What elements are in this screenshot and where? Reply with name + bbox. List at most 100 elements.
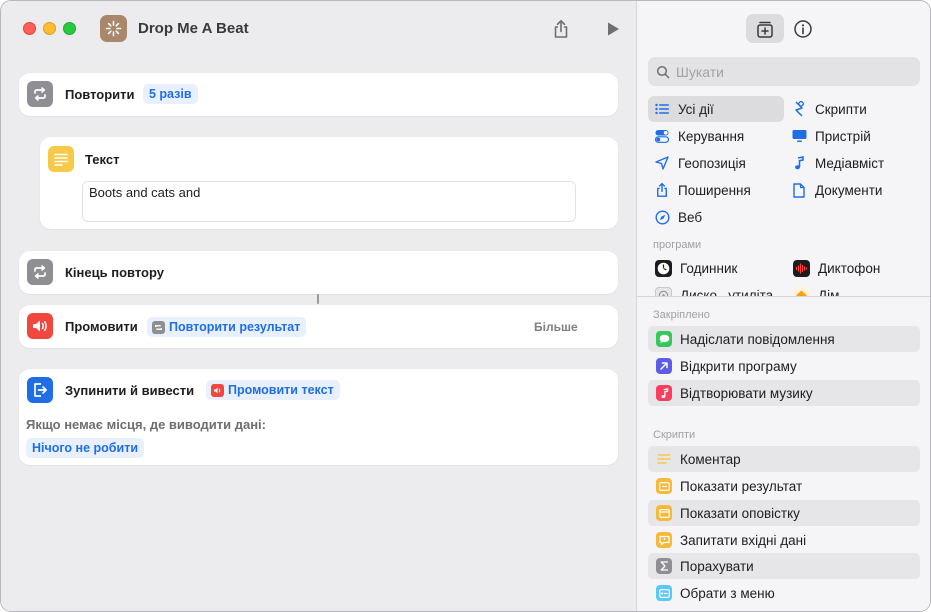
- messages-icon: [656, 331, 672, 347]
- action-label: Порахувати: [680, 558, 754, 574]
- shortcut-details-button[interactable]: [784, 14, 822, 43]
- repeat-count-token[interactable]: 5 разів: [143, 84, 198, 104]
- speak-text-token[interactable]: Промовити текст: [206, 380, 340, 400]
- toggle-icon: [654, 128, 670, 144]
- category-label: Веб: [678, 209, 703, 225]
- compass-icon: [654, 209, 670, 225]
- app-disk-utility[interactable]: Диско...утиліта: [655, 282, 773, 296]
- action-comment[interactable]: Коментар: [648, 446, 920, 472]
- category-control[interactable]: Керування: [648, 123, 784, 149]
- menu-icon: [656, 585, 672, 601]
- action-play-music[interactable]: Відтворювати музику: [648, 380, 920, 406]
- category-label: Поширення: [678, 182, 751, 198]
- close-window-button[interactable]: [23, 22, 36, 35]
- text-content-field[interactable]: Boots and cats and: [82, 181, 576, 222]
- speaker-icon: [27, 313, 53, 339]
- action-send-message[interactable]: Надіслати повідомлення: [648, 326, 920, 352]
- search-input[interactable]: [676, 63, 906, 80]
- minimize-window-button[interactable]: [43, 22, 56, 35]
- titlebar: Drop Me A Beat: [1, 1, 636, 57]
- no-place-label: Якщо немає місця, де виводити дані:: [26, 417, 266, 432]
- show-result-icon: [656, 478, 672, 494]
- app-label: Дім: [818, 287, 840, 297]
- text-action[interactable]: Текст Boots and cats and: [40, 137, 618, 229]
- sparkle-icon: [105, 20, 122, 37]
- script-icon: [791, 101, 807, 117]
- info-icon: [794, 19, 812, 38]
- action-show-alert[interactable]: Показати оповістку: [648, 500, 920, 526]
- sidebar-divider: [637, 296, 930, 297]
- action-calculate[interactable]: Порахувати: [648, 553, 920, 579]
- action-open-app[interactable]: Відкрити програму: [648, 353, 920, 379]
- clock-app-icon: [655, 259, 672, 277]
- app-label: Диктофон: [818, 260, 881, 276]
- speak-action[interactable]: Промовити Повторити результат Більше: [19, 305, 618, 348]
- category-sharing[interactable]: Поширення: [648, 177, 784, 203]
- shortcut-icon[interactable]: [100, 15, 127, 42]
- action-library-sidebar: Усі дії Скрипти Керування Пристрій Геопо…: [636, 1, 930, 611]
- share-icon: [654, 182, 670, 198]
- category-all-actions[interactable]: Усі дії: [648, 96, 784, 122]
- ask-input-icon: [656, 532, 672, 548]
- no-place-value-token[interactable]: Нічого не робити: [26, 438, 144, 458]
- category-device[interactable]: Пристрій: [785, 123, 921, 149]
- shortcut-editor: Drop Me A Beat Повторити 5 разів Текст B…: [1, 1, 636, 611]
- share-button[interactable]: [549, 17, 573, 41]
- category-label: Медіавміст: [815, 155, 885, 171]
- music-note-icon: [791, 155, 807, 171]
- action-label: Показати оповістку: [680, 505, 800, 521]
- category-web[interactable]: Веб: [648, 204, 784, 230]
- action-label: Відкрити програму: [680, 358, 797, 374]
- sigma-icon: [656, 558, 672, 574]
- app-voice-memos[interactable]: Диктофон: [793, 255, 880, 281]
- action-library-button[interactable]: [746, 14, 784, 43]
- repeat-icon: [27, 259, 53, 285]
- zoom-window-button[interactable]: [63, 22, 76, 35]
- speak-text-label: Промовити текст: [228, 383, 334, 397]
- action-choose-from-menu[interactable]: Обрати з меню: [648, 580, 920, 606]
- category-scripts[interactable]: Скрипти: [785, 96, 921, 122]
- repeat-result-token[interactable]: Повторити результат: [147, 317, 307, 337]
- more-button[interactable]: Більше: [534, 320, 578, 334]
- stop-output-action[interactable]: Зупинити й вивести Промовити текст Якщо …: [19, 369, 618, 465]
- alert-icon: [656, 505, 672, 521]
- repeat-icon: [27, 81, 53, 107]
- text-lines-icon: [48, 146, 74, 172]
- repeat-action[interactable]: Повторити 5 разів: [19, 73, 618, 116]
- category-label: Пристрій: [815, 128, 871, 144]
- text-title: Текст: [85, 152, 120, 167]
- window-title[interactable]: Drop Me A Beat: [138, 20, 249, 37]
- search-field[interactable]: [648, 57, 920, 86]
- location-arrow-icon: [654, 155, 670, 171]
- action-label: Запитати вхідні дані: [680, 532, 807, 548]
- shortcuts-window: Drop Me A Beat Повторити 5 разів Текст B…: [0, 0, 931, 612]
- repeat-icon: [152, 320, 165, 334]
- category-documents[interactable]: Документи: [785, 177, 921, 203]
- add-to-library-icon: [757, 21, 773, 38]
- category-label: Документи: [815, 182, 883, 198]
- home-app-icon: [793, 286, 810, 296]
- app-clock[interactable]: Годинник: [655, 255, 737, 281]
- repeat-result-label: Повторити результат: [169, 320, 301, 334]
- action-ask-for-input[interactable]: Запитати вхідні дані: [648, 527, 920, 553]
- end-repeat-action[interactable]: Кінець повтору: [19, 251, 618, 294]
- category-label: Усі дії: [678, 101, 714, 117]
- category-location[interactable]: Геопозиція: [648, 150, 784, 176]
- app-label: Диско...утиліта: [680, 287, 774, 297]
- app-label: Годинник: [680, 260, 738, 276]
- comment-lines-icon: [656, 451, 672, 467]
- drag-indicator: [317, 294, 319, 304]
- display-icon: [791, 128, 807, 144]
- music-icon: [656, 385, 672, 401]
- speak-title: Промовити: [65, 319, 138, 334]
- app-home[interactable]: Дім: [793, 282, 839, 296]
- action-show-result[interactable]: Показати результат: [648, 473, 920, 499]
- pinned-section-label: Закріплено: [653, 309, 710, 321]
- category-media[interactable]: Медіавміст: [785, 150, 921, 176]
- document-icon: [791, 182, 807, 198]
- run-button[interactable]: [601, 17, 625, 41]
- open-app-icon: [656, 358, 672, 374]
- share-icon: [554, 20, 568, 38]
- action-label: Коментар: [680, 451, 741, 467]
- end-repeat-title: Кінець повтору: [65, 265, 164, 280]
